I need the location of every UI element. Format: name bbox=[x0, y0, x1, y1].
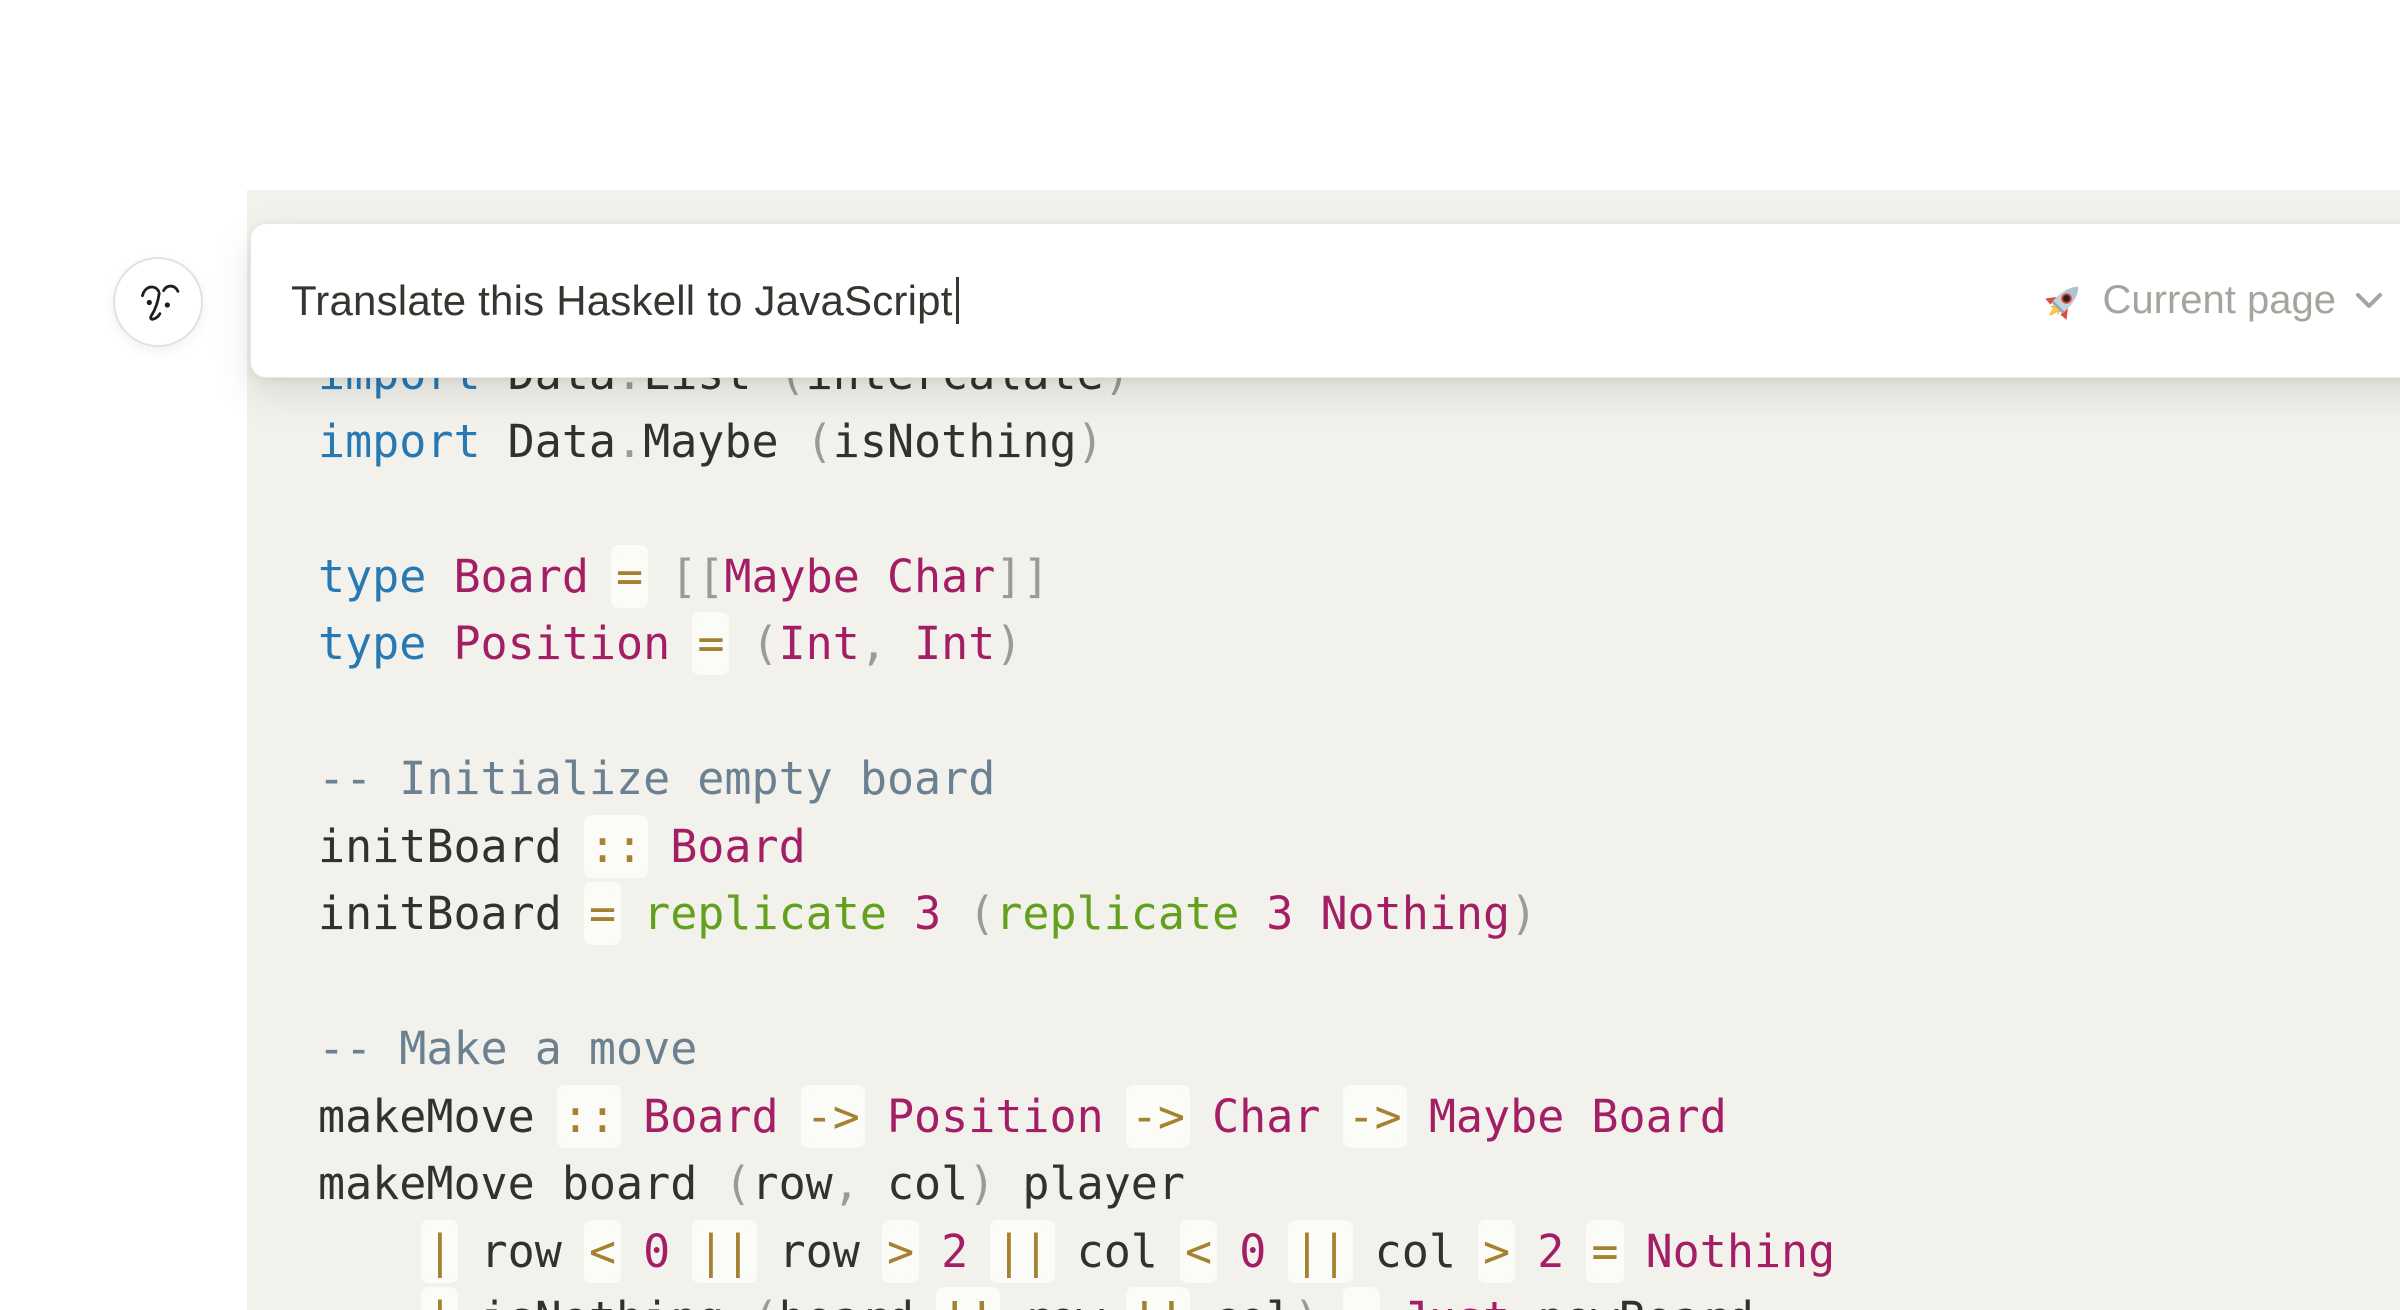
chevron-down-icon bbox=[2352, 291, 2384, 311]
code-line bbox=[318, 475, 2400, 543]
code-line: | isNothing (board !! row !! col) = Just… bbox=[318, 1285, 2400, 1310]
code-line: initBoard :: Board bbox=[318, 813, 2400, 881]
code-line: | row < 0 || row > 2 || col < 0 || col >… bbox=[318, 1218, 2400, 1286]
ai-avatar bbox=[113, 257, 203, 347]
code-block-lines: import Data.List (intercalate)import Dat… bbox=[247, 340, 2400, 1310]
code-line: type Position = (Int, Int) bbox=[318, 610, 2400, 678]
rocket-emoji bbox=[2041, 278, 2087, 324]
ai-prompt-bar[interactable]: Translate this Haskell to JavaScript bbox=[250, 223, 2400, 378]
ai-prompt-text: Translate this Haskell to JavaScript bbox=[291, 277, 953, 325]
code-line: initBoard = replicate 3 (replicate 3 Not… bbox=[318, 880, 2400, 948]
code-line bbox=[318, 948, 2400, 1016]
code-line: -- Make a move bbox=[318, 1015, 2400, 1083]
code-line bbox=[318, 678, 2400, 746]
code-line: makeMove board (row, col) player bbox=[318, 1150, 2400, 1218]
code-line: -- Initialize empty board bbox=[318, 745, 2400, 813]
scope-label: Current page bbox=[2103, 278, 2336, 323]
code-line: type Board = [[Maybe Char]] bbox=[318, 543, 2400, 611]
code-line: import Data.Maybe (isNothing) bbox=[318, 408, 2400, 476]
scope-selector-dropdown[interactable]: Current page bbox=[2041, 278, 2384, 324]
code-line: makeMove :: Board -> Position -> Char ->… bbox=[318, 1083, 2400, 1151]
notion-ai-face-icon bbox=[130, 272, 186, 333]
text-cursor bbox=[956, 277, 959, 324]
ai-prompt-input[interactable]: Translate this Haskell to JavaScript bbox=[291, 277, 2041, 325]
